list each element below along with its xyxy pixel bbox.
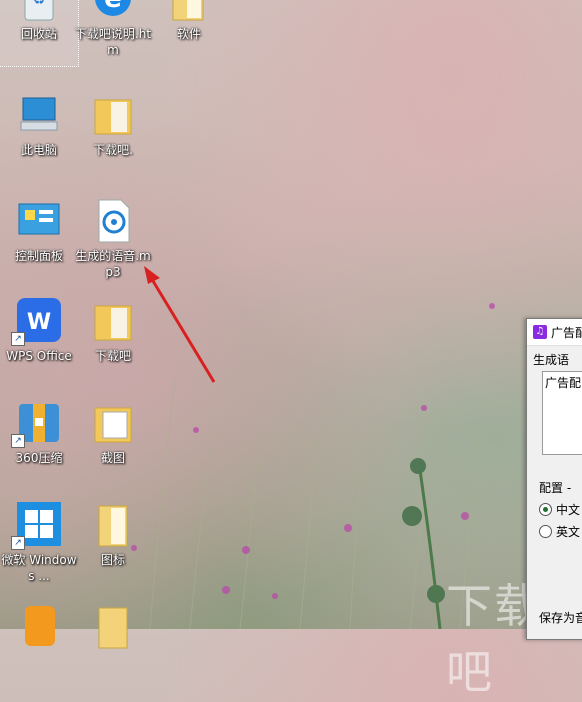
- ad-text-input[interactable]: 广告配: [542, 371, 582, 455]
- save-as-audio-label: 保存为音: [539, 611, 582, 625]
- radio-button-selected[interactable]: [539, 503, 552, 516]
- radio-button[interactable]: [539, 525, 552, 538]
- annotation-arrow: [144, 266, 216, 383]
- radio-chinese-label: 中文: [556, 503, 581, 517]
- radio-english-label: 英文: [556, 525, 581, 539]
- radio-english[interactable]: 英文: [539, 523, 580, 540]
- generate-voice-group-label: 生成语: [533, 353, 570, 367]
- window-title-bar[interactable]: ♫ 广告配: [527, 319, 582, 346]
- app-window[interactable]: ♫ 广告配 生成语 广告配 配置 - 中文 英文 保存为音: [526, 318, 582, 640]
- music-note-icon: ♫: [533, 325, 547, 339]
- radio-chinese[interactable]: 中文: [539, 501, 580, 518]
- window-title: 广告配: [551, 325, 582, 340]
- config-group-label: 配置 -: [539, 481, 572, 495]
